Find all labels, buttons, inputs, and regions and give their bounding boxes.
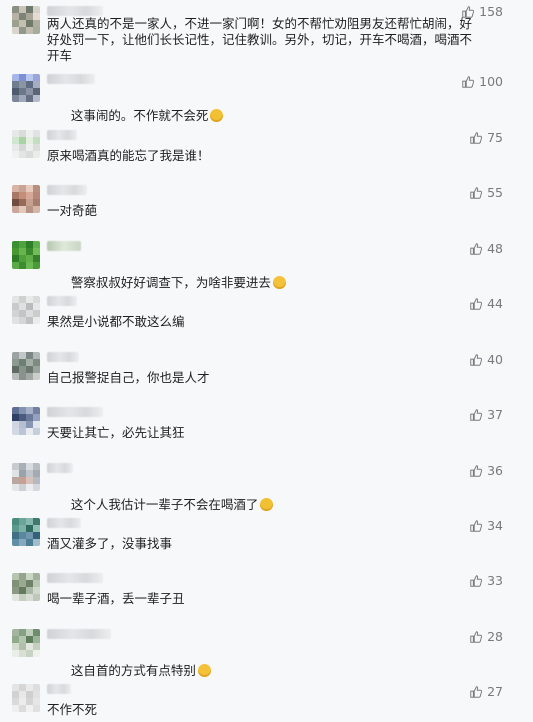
comment-item: 天要让其亡，必先让其狂 37 bbox=[0, 407, 533, 463]
comment-item: 一对奇葩 55 bbox=[0, 185, 533, 241]
username-blurred[interactable] bbox=[47, 130, 77, 140]
username-blurred[interactable] bbox=[47, 296, 77, 306]
username-blurred[interactable] bbox=[47, 407, 103, 417]
like-button[interactable]: 36 bbox=[469, 463, 503, 478]
like-button[interactable]: 44 bbox=[469, 296, 503, 311]
like-count: 100 bbox=[479, 74, 503, 89]
thumbs-up-icon bbox=[470, 574, 483, 587]
comment-text: 一对奇葩 bbox=[47, 203, 98, 218]
like-button[interactable]: 75 bbox=[469, 130, 503, 145]
comment-item: 警察叔叔好好调查下，为啥非要进去 48 bbox=[0, 241, 533, 297]
avatar[interactable] bbox=[12, 296, 40, 324]
avatar[interactable] bbox=[12, 6, 40, 34]
username-blurred[interactable] bbox=[47, 463, 73, 473]
comment-text: 果然是小说都不敢这么编 bbox=[47, 314, 185, 329]
comment-item: 喝一辈子酒，丢一辈子丑 33 bbox=[0, 573, 533, 629]
username-blurred[interactable] bbox=[47, 629, 111, 639]
username-blurred[interactable] bbox=[47, 241, 81, 251]
thumbs-up-icon bbox=[470, 186, 483, 199]
thumbs-up-icon bbox=[470, 242, 483, 255]
thumbs-up-icon bbox=[470, 131, 483, 144]
thumbs-up-icon bbox=[470, 685, 483, 698]
comment-item: 自己报警捉自己，你也是人才 40 bbox=[0, 352, 533, 408]
username-blurred[interactable] bbox=[47, 573, 103, 583]
thumbs-up-icon bbox=[470, 297, 483, 310]
comment-item: 两人还真的不是一家人，不进一家门啊！女的不帮忙劝阻男友还帮忙胡闹，好好处罚一下，… bbox=[0, 4, 533, 63]
grinning-face-icon bbox=[272, 276, 286, 289]
comment-item: 果然是小说都不敢这么编 44 bbox=[0, 296, 533, 352]
comment-text: 两人还真的不是一家人，不进一家门啊！女的不帮忙劝阻男友还帮忙胡闹，好好处罚一下，… bbox=[47, 16, 473, 63]
like-button[interactable]: 28 bbox=[469, 629, 503, 644]
comment-item: 不作不死 27 bbox=[0, 684, 533, 722]
avatar[interactable] bbox=[12, 130, 40, 158]
thumbs-up-icon bbox=[470, 519, 483, 532]
username-blurred[interactable] bbox=[47, 684, 71, 694]
thumbs-up-icon bbox=[462, 75, 475, 88]
like-count: 75 bbox=[487, 130, 503, 145]
like-button[interactable]: 100 bbox=[461, 74, 503, 89]
comment-item: 这事闹的。不作就不会死 100 bbox=[0, 74, 533, 130]
avatar[interactable] bbox=[12, 518, 40, 546]
comment-item: 这自首的方式有点特别 28 bbox=[0, 629, 533, 685]
like-button[interactable]: 37 bbox=[469, 407, 503, 422]
like-count: 28 bbox=[487, 629, 503, 644]
like-count: 48 bbox=[487, 241, 503, 256]
comment-text: 自己报警捉自己，你也是人才 bbox=[47, 370, 210, 385]
username-blurred[interactable] bbox=[47, 6, 103, 16]
like-button[interactable]: 33 bbox=[469, 573, 503, 588]
thumbs-up-icon bbox=[470, 408, 483, 421]
avatar[interactable] bbox=[12, 407, 40, 435]
avatar[interactable] bbox=[12, 463, 40, 491]
avatar[interactable] bbox=[12, 185, 40, 213]
like-button[interactable]: 34 bbox=[469, 518, 503, 533]
comment-text: 不作不死 bbox=[47, 702, 98, 717]
thumbs-up-icon bbox=[470, 464, 483, 477]
comment-text: 酒又灌多了，没事找事 bbox=[47, 536, 173, 551]
grinning-face-icon bbox=[197, 664, 211, 677]
thumbs-up-icon bbox=[462, 5, 475, 18]
avatar[interactable] bbox=[12, 684, 40, 712]
thinking-face-icon bbox=[210, 109, 224, 122]
username-blurred[interactable] bbox=[47, 185, 87, 195]
like-button[interactable]: 27 bbox=[469, 684, 503, 699]
like-count: 33 bbox=[487, 573, 503, 588]
avatar[interactable] bbox=[12, 629, 40, 657]
like-count: 36 bbox=[487, 463, 503, 478]
like-count: 44 bbox=[487, 296, 503, 311]
comment-item: 酒又灌多了，没事找事 34 bbox=[0, 518, 533, 574]
thumbs-up-icon bbox=[470, 630, 483, 643]
like-count: 40 bbox=[487, 352, 503, 367]
comment-text: 天要让其亡，必先让其狂 bbox=[47, 425, 185, 440]
like-count: 158 bbox=[479, 4, 503, 19]
comment-text: 原来喝酒真的能忘了我是谁！ bbox=[47, 148, 210, 163]
avatar[interactable] bbox=[12, 573, 40, 601]
comment-text: 喝一辈子酒，丢一辈子丑 bbox=[47, 591, 185, 606]
username-blurred[interactable] bbox=[47, 74, 95, 84]
username-blurred[interactable] bbox=[47, 518, 81, 528]
comment-item: 原来喝酒真的能忘了我是谁！ 75 bbox=[0, 130, 533, 186]
like-button[interactable]: 55 bbox=[469, 185, 503, 200]
avatar[interactable] bbox=[12, 74, 40, 102]
username-blurred[interactable] bbox=[47, 352, 79, 362]
like-count: 34 bbox=[487, 518, 503, 533]
avatar[interactable] bbox=[12, 352, 40, 380]
like-count: 55 bbox=[487, 185, 503, 200]
like-count: 37 bbox=[487, 407, 503, 422]
thinking-face-icon bbox=[260, 498, 274, 511]
thumbs-up-icon bbox=[470, 353, 483, 366]
like-count: 27 bbox=[487, 684, 503, 699]
like-button[interactable]: 40 bbox=[469, 352, 503, 367]
comment-list: 两人还真的不是一家人，不进一家门啊！女的不帮忙劝阻男友还帮忙胡闹，好好处罚一下，… bbox=[0, 0, 533, 722]
comment-item: 这个人我估计一辈子不会在喝酒了 36 bbox=[0, 463, 533, 519]
avatar[interactable] bbox=[12, 241, 40, 269]
like-button[interactable]: 158 bbox=[461, 4, 503, 19]
like-button[interactable]: 48 bbox=[469, 241, 503, 256]
